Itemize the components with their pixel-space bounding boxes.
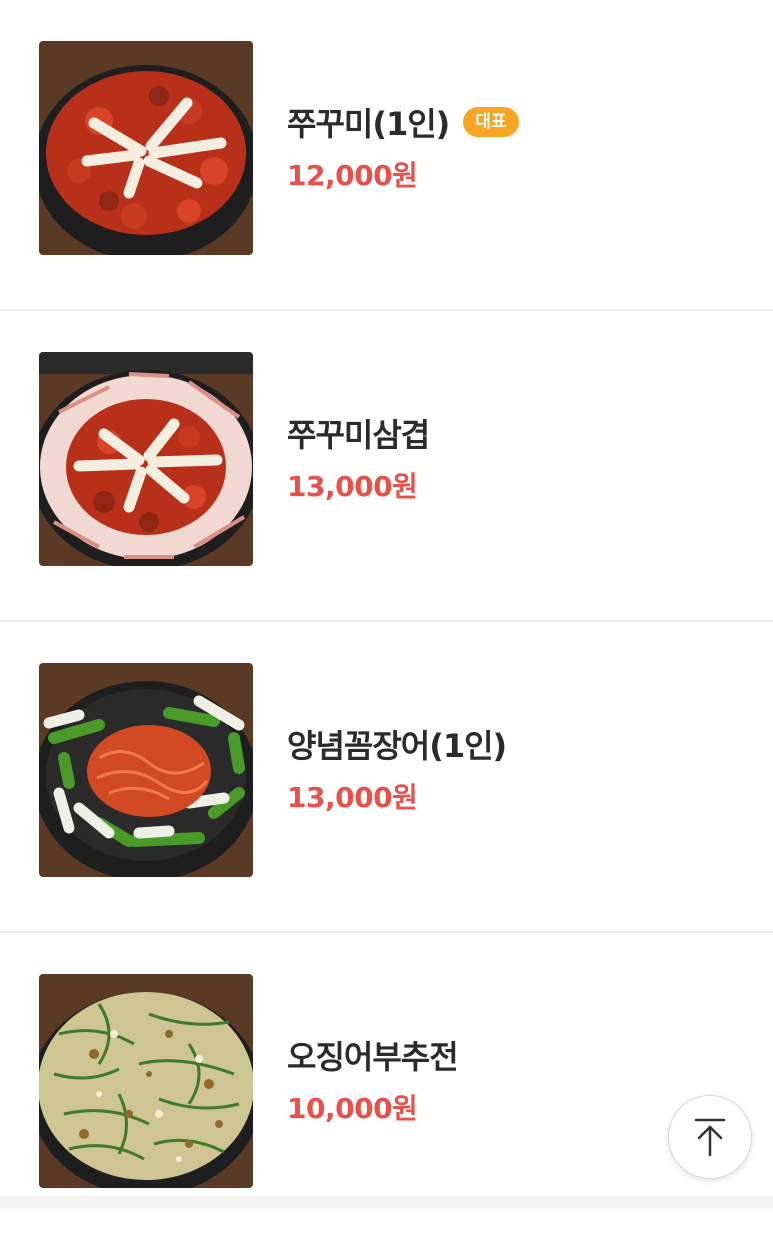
menu-item-info: 오징어부추전 10,000원	[287, 1032, 459, 1127]
menu-list: 쭈꾸미(1인) 대표 12,000원 쭈꾸미삼겹 13,000원 양념꼼장어(1…	[0, 0, 773, 1244]
menu-item-info: 쭈꾸미삼겹 13,000원	[287, 410, 430, 505]
menu-item[interactable]: 쭈꾸미삼겹 13,000원	[0, 311, 773, 622]
arrow-up-to-top-icon	[694, 1118, 726, 1157]
signature-badge: 대표	[463, 107, 519, 137]
menu-item-name[interactable]: 오징어부추전	[287, 1032, 459, 1078]
menu-item[interactable]: 양념꼼장어(1인) 13,000원	[0, 622, 773, 933]
menu-item-price: 10,000원	[287, 1092, 418, 1125]
menu-item-name-row: 오징어부추전	[287, 1032, 459, 1078]
menu-item-name-row: 쭈꾸미(1인) 대표	[287, 100, 519, 144]
scroll-to-top-button[interactable]	[668, 1095, 752, 1179]
menu-item-price: 13,000원	[287, 781, 418, 814]
menu-item-name[interactable]: 쭈꾸미(1인)	[287, 99, 450, 145]
menu-item[interactable]: 쭈꾸미(1인) 대표 12,000원	[0, 0, 773, 311]
bottom-strip	[0, 1196, 773, 1209]
jjukkumi-dish-photo[interactable]	[39, 41, 253, 255]
menu-item-name[interactable]: 양념꼼장어(1인)	[287, 721, 507, 767]
kkomjangeo-dish-photo[interactable]	[39, 663, 253, 877]
menu-item-name[interactable]: 쭈꾸미삼겹	[287, 410, 430, 456]
squid-chive-pancake-photo[interactable]	[39, 974, 253, 1188]
menu-item-name-row: 쭈꾸미삼겹	[287, 410, 430, 456]
jjukkumi-samgyeop-dish-photo[interactable]	[39, 352, 253, 566]
menu-item-name-row: 양념꼼장어(1인)	[287, 721, 507, 767]
menu-item-price: 13,000원	[287, 470, 418, 503]
menu-item-info: 양념꼼장어(1인) 13,000원	[287, 721, 507, 816]
menu-item-price: 12,000원	[287, 159, 418, 192]
menu-item-info: 쭈꾸미(1인) 대표 12,000원	[287, 100, 519, 194]
